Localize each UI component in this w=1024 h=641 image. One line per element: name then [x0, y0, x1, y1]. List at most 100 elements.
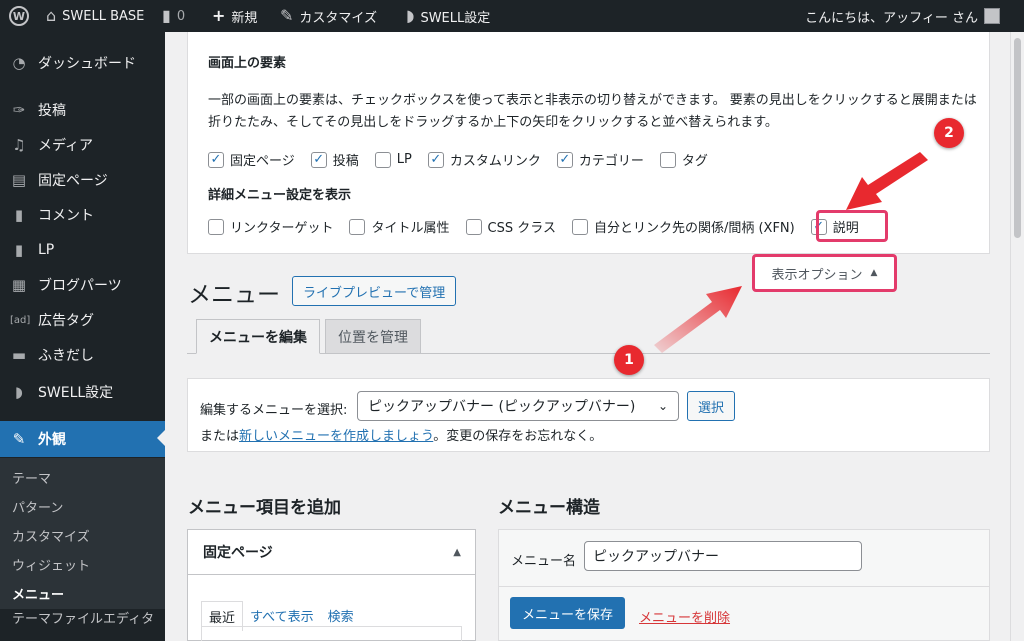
- account-menu[interactable]: こんにちは、アッフィー さん: [805, 0, 1000, 32]
- screen-options-title: 画面上の要素: [208, 56, 287, 71]
- checkbox-label: LP: [396, 152, 412, 167]
- submenu-item-theme-file-editor[interactable]: テーマファイルエディタ: [12, 608, 154, 627]
- checkbox-empty-icon[interactable]: [571, 218, 588, 235]
- select-button[interactable]: 選択: [687, 391, 736, 421]
- sidebar-item-appearance[interactable]: ✎ 外観: [0, 421, 165, 457]
- sidebar-item-balloon[interactable]: ▬ ふきだし: [0, 338, 165, 372]
- sidebar-item-comments[interactable]: ▮ コメント: [0, 198, 165, 232]
- checkbox-checked-icon[interactable]: ✓: [310, 151, 327, 168]
- checkbox-categories[interactable]: ✓ カテゴリー: [556, 150, 644, 169]
- checkbox-empty-icon[interactable]: [374, 151, 391, 168]
- tab-manage-locations[interactable]: 位置を管理: [325, 319, 421, 354]
- comments-link[interactable]: ▮ 0: [162, 0, 185, 32]
- arrow-1: [654, 286, 742, 353]
- scrollbar-thumb[interactable]: [1014, 38, 1021, 238]
- checkbox-empty-icon[interactable]: [659, 151, 676, 168]
- screen-options-toggle-label: 表示オプション: [771, 267, 863, 283]
- sidebar-item-label: 投稿: [38, 103, 66, 119]
- submenu-item-patterns[interactable]: パターン: [12, 497, 63, 516]
- checkbox-title-attribute[interactable]: タイトル属性: [349, 217, 450, 236]
- checkbox-label: タイトル属性: [371, 221, 450, 236]
- customize-link[interactable]: ✎ カスタマイズ: [280, 0, 377, 32]
- checkbox-label: 投稿: [332, 154, 359, 169]
- sidebar-item-dashboard[interactable]: ◔ ダッシュボード: [0, 46, 165, 80]
- menu-name-label: メニュー名: [511, 554, 577, 569]
- home-icon: ⌂: [46, 6, 57, 25]
- save-menu-button[interactable]: メニューを保存: [510, 597, 626, 629]
- create-new-menu-link[interactable]: 新しいメニューを作成しましょう: [239, 429, 433, 444]
- sidebar-item-label: ブログパーツ: [38, 278, 122, 294]
- checkbox-label: 自分とリンク先の関係/間柄 (XFN): [593, 221, 795, 236]
- swell-settings-link[interactable]: ◗ SWELL設定: [406, 0, 490, 32]
- swell-icon: ◗: [15, 383, 23, 401]
- pages-section-title: 固定ページ: [203, 545, 273, 561]
- page-icon: ▤: [11, 171, 27, 189]
- page-scrollbar[interactable]: [1010, 32, 1024, 641]
- sidebar-item-ad-tags[interactable]: [ad] 広告タグ: [0, 303, 165, 337]
- sidebar-item-label: コメント: [38, 208, 94, 224]
- checkbox-label: カテゴリー: [578, 154, 644, 169]
- tab-edit-menus[interactable]: メニューを編集: [196, 319, 320, 354]
- live-preview-button[interactable]: ライブプレビューで管理: [292, 276, 457, 306]
- checkbox-empty-icon[interactable]: [208, 218, 224, 235]
- checkbox-xfn[interactable]: 自分とリンク先の関係/間柄 (XFN): [571, 217, 795, 236]
- triangle-up-icon: ▲: [870, 268, 878, 278]
- greeting: こんにちは、アッフィー さん: [805, 10, 978, 26]
- submenu-item-themes[interactable]: テーマ: [12, 468, 51, 487]
- box-checkbox-row: ✓ 固定ページ ✓ 投稿 LP ✓ カスタムリンク ✓ カテゴリー タグ: [208, 150, 724, 169]
- checkbox-posts[interactable]: ✓ 投稿: [310, 150, 359, 169]
- comment-icon: ▮: [14, 206, 24, 224]
- submenu-item-menus[interactable]: メニュー: [12, 584, 64, 603]
- new-label: 新規: [231, 10, 258, 26]
- document-icon: ▮: [14, 241, 24, 259]
- sidebar-item-posts[interactable]: ✑ 投稿: [0, 93, 165, 127]
- chevron-down-icon: ⌄: [657, 399, 668, 413]
- sidebar-item-media[interactable]: ♫ メディア: [0, 128, 165, 162]
- delete-menu-link[interactable]: メニューを削除: [639, 607, 730, 626]
- checkbox-link-target[interactable]: リンクターゲット: [208, 217, 333, 236]
- checkbox-pages[interactable]: ✓ 固定ページ: [208, 150, 295, 169]
- comment-icon: ▮: [162, 6, 171, 25]
- menu-name-input[interactable]: ピックアップバナー: [584, 541, 862, 571]
- sidebar-item-label: SWELL設定: [38, 385, 114, 401]
- checkbox-css-classes[interactable]: CSS クラス: [465, 217, 556, 236]
- sidebar-item-label: メディア: [38, 138, 94, 154]
- sidebar-item-label: LP: [38, 242, 55, 258]
- dashboard-icon: ◔: [12, 54, 26, 72]
- sidebar-item-label: 固定ページ: [38, 173, 108, 189]
- advanced-settings-title: 詳細メニュー設定を表示: [208, 188, 352, 203]
- checkbox-custom-links[interactable]: ✓ カスタムリンク: [427, 150, 541, 169]
- submenu-item-customize[interactable]: カスタマイズ: [12, 526, 90, 545]
- appearance-submenu: テーマ パターン カスタマイズ ウィジェット メニュー テーマファイルエディタ: [0, 458, 165, 627]
- add-items-pages-box: 固定ページ ▲ 最近 すべて表示 検索: [187, 529, 476, 641]
- sidebar-item-blog-parts[interactable]: ▦ ブログパーツ: [0, 268, 165, 302]
- submenu-item-widgets[interactable]: ウィジェット: [12, 555, 90, 574]
- screen-options-toggle[interactable]: 表示オプション ▲: [752, 254, 897, 292]
- sidebar-item-lp[interactable]: ▮ LP: [0, 233, 165, 267]
- sidebar-item-swell-settings[interactable]: ◗ SWELL設定: [0, 375, 165, 409]
- wordpress-logo-button[interactable]: W: [9, 0, 29, 32]
- checkbox-label: カスタムリンク: [449, 154, 541, 169]
- checkbox-checked-icon[interactable]: ✓: [208, 151, 224, 168]
- checkbox-tags[interactable]: タグ: [659, 150, 708, 169]
- menu-select-dropdown[interactable]: ピックアップバナー (ピックアップバナー) ⌄: [357, 391, 679, 421]
- site-name-link[interactable]: ⌂ SWELL BASE: [46, 0, 144, 32]
- menu-select-value: ピックアップバナー (ピックアップバナー): [368, 399, 636, 415]
- current-indicator: [157, 430, 165, 446]
- new-content-link[interactable]: + 新規: [212, 0, 257, 32]
- checkbox-empty-icon[interactable]: [349, 218, 366, 235]
- sidebar-item-label: 広告タグ: [38, 313, 94, 329]
- brush-icon: ✎: [280, 6, 294, 25]
- checkbox-checked-icon[interactable]: ✓: [556, 151, 573, 168]
- checkbox-empty-icon[interactable]: [465, 218, 482, 235]
- screen-options-description: 一部の画面上の要素は、チェックボックスを使って表示と非表示の切り替えができます。…: [208, 93, 977, 130]
- pages-section-header[interactable]: 固定ページ ▲: [188, 530, 475, 575]
- plus-icon: +: [212, 6, 226, 25]
- checkbox-checked-icon[interactable]: ✓: [427, 151, 444, 168]
- annotation-badge-2: 2: [934, 118, 964, 148]
- checkbox-lp[interactable]: LP: [374, 151, 412, 168]
- sidebar-item-pages[interactable]: ▤ 固定ページ: [0, 163, 165, 197]
- ad-icon: [ad]: [10, 314, 31, 326]
- media-icon: ♫: [12, 136, 26, 154]
- swell-icon: ◗: [406, 6, 415, 25]
